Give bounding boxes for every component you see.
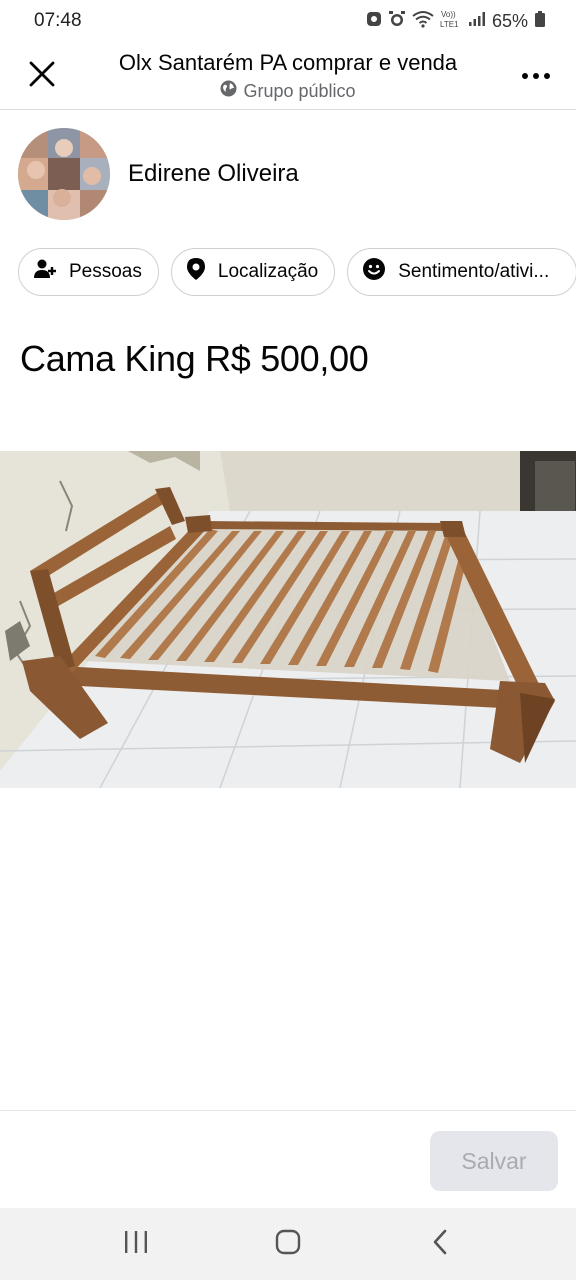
- wifi-icon: [412, 10, 434, 33]
- signal-icon: [468, 11, 486, 32]
- home-button[interactable]: [258, 1220, 318, 1268]
- alarm-icon: [388, 10, 406, 33]
- status-icons: Vo)) LTE1 65%: [366, 9, 546, 34]
- location-icon: [186, 257, 218, 287]
- chip-feeling-label: Sentimento/ativi...: [398, 261, 550, 282]
- group-title: Olx Santarém PA comprar e venda: [118, 50, 458, 75]
- chip-people[interactable]: Pessoas: [18, 248, 159, 296]
- volte-icon: Vo)) LTE1: [440, 9, 462, 34]
- avatar: [18, 128, 110, 220]
- globe-icon: [220, 80, 237, 102]
- status-bar: 07:48 Vo)) LTE1 65%: [0, 0, 576, 42]
- author-name: Edirene Oliveira: [128, 160, 299, 187]
- chip-people-label: Pessoas: [69, 261, 142, 282]
- chip-location[interactable]: Localização: [170, 248, 336, 296]
- system-nav-bar: [0, 1208, 576, 1280]
- home-icon: [274, 1228, 302, 1261]
- recent-apps-icon: [123, 1230, 149, 1259]
- more-button[interactable]: [516, 60, 556, 92]
- back-button[interactable]: [410, 1220, 470, 1268]
- people-icon: [33, 257, 69, 287]
- svg-text:Vo)): Vo)): [441, 10, 456, 19]
- battery-icon: [534, 10, 546, 33]
- post-photo[interactable]: [0, 451, 576, 788]
- close-button[interactable]: [22, 56, 62, 96]
- composer-footer: Salvar: [0, 1110, 576, 1208]
- composer-header: Olx Santarém PA comprar e venda Grupo pú…: [0, 42, 576, 110]
- whatsapp-icon: [366, 10, 382, 33]
- close-icon: [28, 60, 56, 93]
- recent-apps-button[interactable]: [106, 1220, 166, 1268]
- group-privacy-label: Grupo público: [243, 80, 356, 101]
- author-row: Edirene Oliveira: [18, 128, 299, 220]
- header-center: Olx Santarém PA comprar e venda Grupo pú…: [90, 50, 486, 102]
- emoji-icon: [362, 257, 398, 287]
- chip-location-label: Localização: [217, 261, 319, 282]
- chip-feeling[interactable]: Sentimento/ativi...: [347, 248, 576, 296]
- back-icon: [430, 1228, 450, 1261]
- save-button[interactable]: Salvar: [430, 1131, 558, 1191]
- group-privacy: Grupo público: [90, 80, 486, 102]
- post-text[interactable]: Cama King R$ 500,00: [20, 338, 369, 380]
- chips-row: Pessoas Localização Sentimento/ativi...: [18, 248, 576, 296]
- more-icon: [522, 73, 528, 79]
- svg-text:LTE1: LTE1: [440, 20, 459, 29]
- battery-percent: 65%: [491, 10, 528, 31]
- status-time: 07:48: [34, 10, 82, 31]
